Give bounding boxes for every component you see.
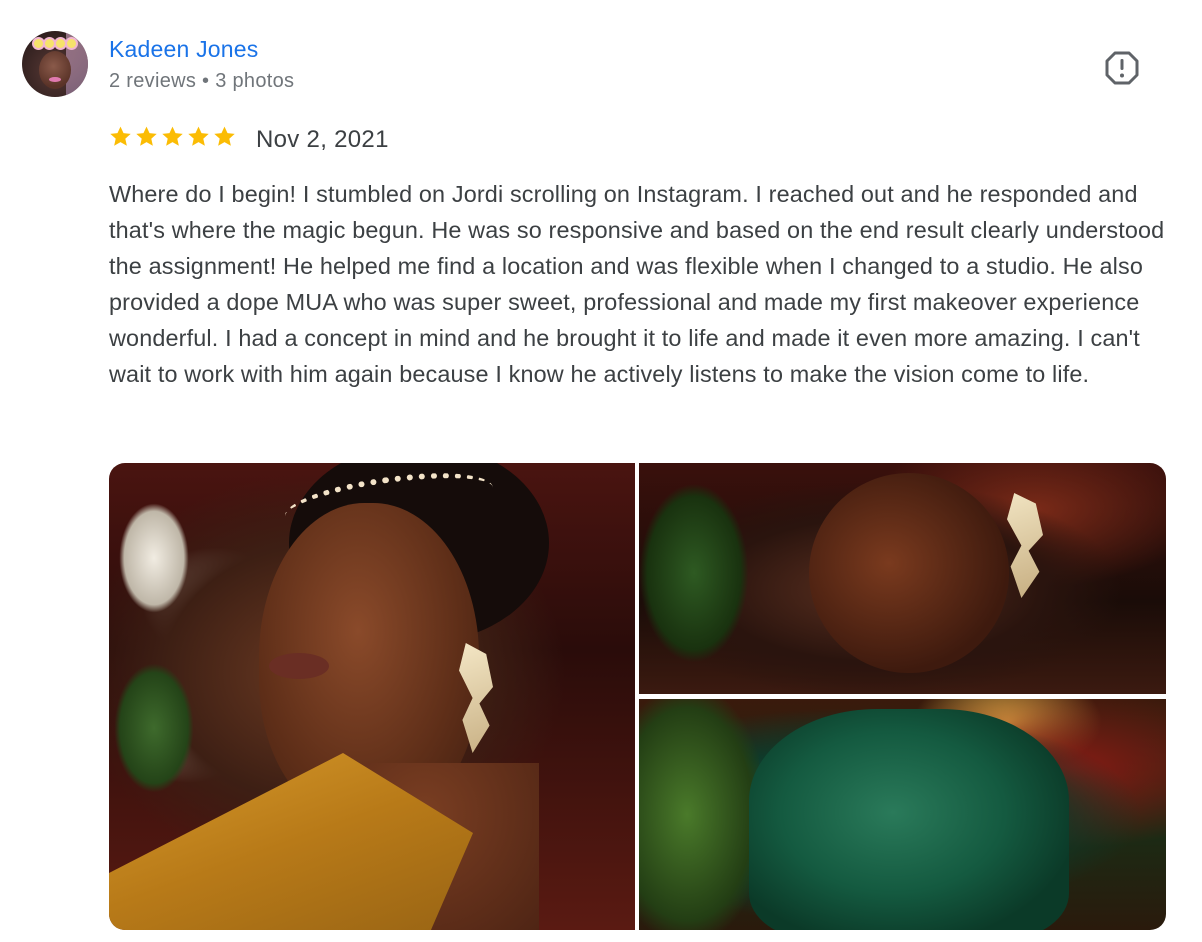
review-photos <box>109 463 1166 930</box>
star-icon <box>110 126 131 146</box>
reviewer-name[interactable]: Kadeen Jones <box>109 36 258 63</box>
star-icon <box>188 126 209 146</box>
report-flag-icon[interactable] <box>1104 50 1140 86</box>
review-photo-1[interactable] <box>109 463 635 930</box>
review-photo-2[interactable] <box>639 463 1166 694</box>
star-rating <box>108 124 237 149</box>
review-photo-3[interactable] <box>639 699 1166 930</box>
review-date: Nov 2, 2021 <box>256 126 389 153</box>
reviewer-meta: 2 reviews • 3 photos <box>109 70 295 92</box>
review-text: Where do I begin! I stumbled on Jordi sc… <box>109 181 1165 387</box>
reviewer-avatar[interactable] <box>22 31 88 97</box>
star-icon <box>136 126 157 146</box>
star-icon <box>214 126 235 146</box>
star-icon <box>162 126 183 146</box>
